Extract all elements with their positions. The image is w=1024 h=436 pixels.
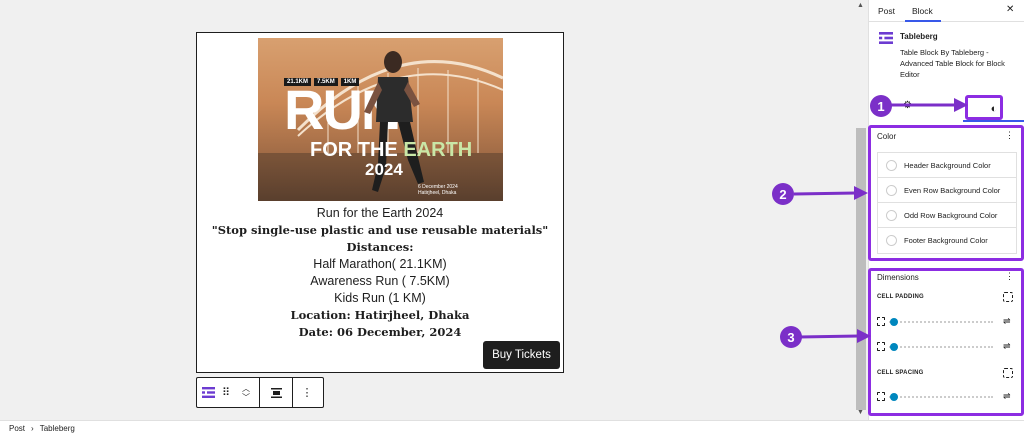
chevron-up-icon[interactable]: ︿ [242,384,250,393]
breadcrumb-separator-icon: › [31,424,34,433]
scrollbar-thumb[interactable] [856,128,866,410]
close-icon[interactable]: ✕ [1006,4,1014,15]
breadcrumb: Post › Tableberg [9,424,75,433]
event-line: Location: Hatirjheel, Dhaka [290,308,470,322]
event-line: Half Marathon( 21.1KM) [313,257,447,271]
event-line: Awareness Run ( 7.5KM) [310,274,450,288]
active-inspector-indicator [963,120,1024,122]
toolbar-align-group [260,378,293,407]
event-line: Kids Run (1 KM) [334,291,426,305]
move-arrows: ︿ ﹀ [233,378,259,407]
buy-tickets-button[interactable]: Buy Tickets [483,341,560,369]
poster-year: 2024 [365,160,403,179]
callout-number-1: 1 [870,95,892,117]
poster-headline: FOR THE EARTH [310,140,472,160]
block-card: Tableberg Table Block By Tableberg - Adv… [869,23,1024,93]
event-line: Distances: [346,240,414,254]
poster-earth: EARTH [403,139,473,161]
breadcrumb-tableberg[interactable]: Tableberg [40,424,75,433]
drag-handle-icon[interactable]: ⠿ [219,378,233,407]
event-line: Date: 06 December, 2024 [298,325,462,339]
event-text: Run for the Earth 2024 "Stop single-use … [197,205,563,341]
more-options-icon[interactable]: ⋮ [293,378,321,407]
block-description: Table Block By Tableberg - Advanced Tabl… [900,48,1005,79]
scroll-down-icon[interactable]: ▼ [857,409,864,416]
tab-block[interactable]: Block [912,6,933,16]
sidebar-tabs: Post Block ✕ [869,0,1024,22]
tab-post[interactable]: Post [878,6,895,16]
toolbar-block-group: ⠿ ︿ ﹀ [197,378,260,407]
callout-arrow-1 [884,98,968,112]
block-toolbar: ⠿ ︿ ﹀ ⋮ [196,377,324,408]
breadcrumb-post[interactable]: Post [9,424,25,433]
sidebar-scrollbar[interactable]: ▲ ▼ [854,0,868,420]
block-name: Tableberg [900,32,938,41]
poster-image: 21.1KM 7.5KM 1KM RUN FOR THE EARTH 2024 … [258,38,503,201]
active-tab-indicator [905,20,941,22]
tableberg-logo-icon [879,32,893,44]
poster-info-place: Hatirjheel, Dhaka [418,190,457,196]
callout-number-2: 2 [772,183,794,205]
event-line: Run for the Earth 2024 [316,206,444,220]
align-center-icon[interactable] [260,378,292,407]
poster-info: 6 December 2024 Hatirjheel, Dhaka [418,184,458,196]
chevron-down-icon[interactable]: ﹀ [242,393,250,402]
tableberg-block-icon[interactable] [197,378,219,407]
toolbar-options-group: ⋮ [293,378,321,407]
tableberg-block[interactable]: 21.1KM 7.5KM 1KM RUN FOR THE EARTH 2024 … [196,32,564,373]
callout-box-color-panel [868,125,1024,261]
scroll-up-icon[interactable]: ▲ [857,2,864,9]
callout-number-3: 3 [780,326,802,348]
breadcrumb-bar: Post › Tableberg [0,420,1024,436]
poster-for-the: FOR THE [310,139,404,161]
event-line: "Stop single-use plastic and use reusabl… [211,223,549,237]
callout-box-dimensions-panel [868,268,1024,416]
